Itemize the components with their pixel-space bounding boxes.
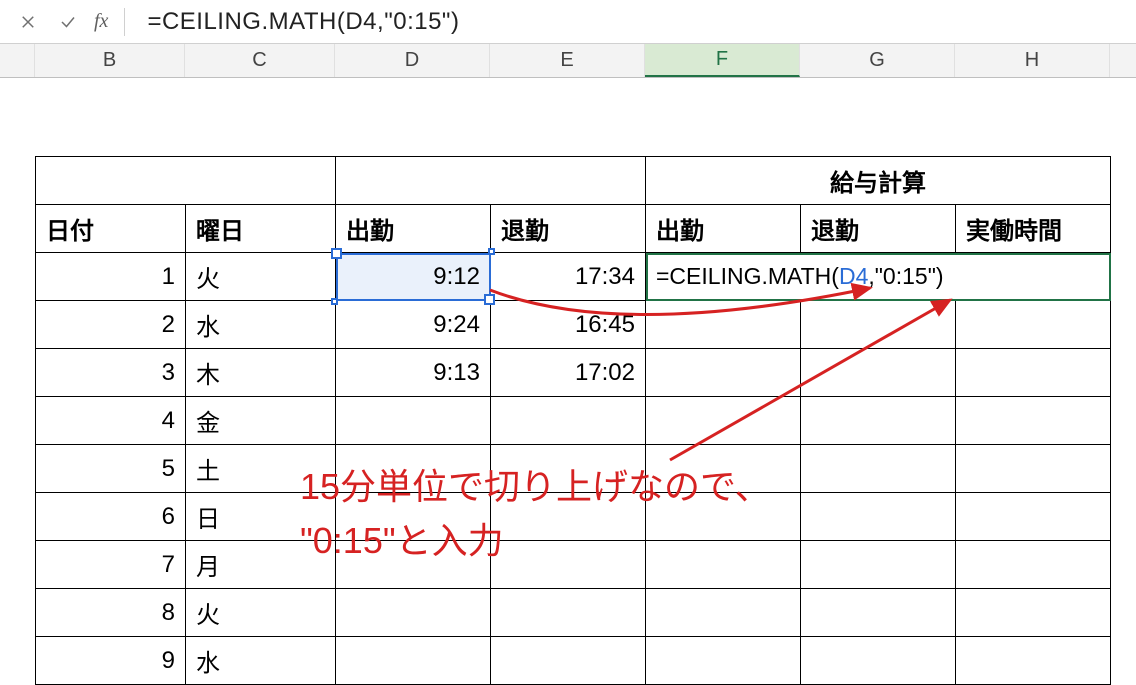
header-weekday: 曜日 [186,205,336,253]
cell-out[interactable]: 17:02 [491,349,646,397]
cell[interactable] [801,589,956,637]
col-H[interactable]: H [955,44,1110,77]
cell-date[interactable]: 4 [36,397,186,445]
column-headers: B C D E F G H [0,44,1136,78]
cell[interactable] [956,493,1111,541]
cell[interactable] [956,349,1111,397]
cell[interactable] [956,637,1111,685]
header-clockin: 出勤 [336,205,491,253]
col-G[interactable]: G [800,44,955,77]
row-header-corner[interactable] [0,44,35,77]
cell[interactable] [956,541,1111,589]
header-group: 給与計算 [646,157,1111,205]
cell-in[interactable] [336,589,491,637]
header-date2: 日付 [36,205,186,253]
cell[interactable] [801,493,956,541]
cell[interactable] [956,397,1111,445]
cell-weekday[interactable]: 水 [186,637,336,685]
cell[interactable] [801,541,956,589]
header-hours: 実働時間 [956,205,1111,253]
col-E[interactable]: E [490,44,645,77]
cell[interactable] [646,589,801,637]
formula-bar: fx =CEILING.MATH(D4,"0:15") [0,0,1136,44]
divider [124,8,125,36]
cell-in[interactable]: 9:13 [336,349,491,397]
header-calc-in: 出勤 [646,205,801,253]
cell-weekday[interactable]: 火 [186,589,336,637]
cell[interactable] [801,637,956,685]
table-row: 8 火 [36,589,1111,637]
cell-in-selected[interactable]: 9:12 [336,253,491,301]
cell-date[interactable]: 8 [36,589,186,637]
annotation-text: 15分単位で切り上げなので、 "0:15"と入力 [300,460,771,568]
sheet-area[interactable]: 給与計算 日付 曜日 出勤 退勤 出勤 退勤 実働時間 1 火 9:12 17:… [0,78,1136,685]
cell[interactable] [956,445,1111,493]
table-row: 4 金 [36,397,1111,445]
cell-date[interactable]: 6 [36,493,186,541]
cell-weekday[interactable]: 金 [186,397,336,445]
col-B[interactable]: B [35,44,185,77]
header-clockout: 退勤 [491,205,646,253]
cell[interactable] [801,397,956,445]
cell[interactable] [646,637,801,685]
col-F[interactable]: F [645,44,800,77]
cell-weekday[interactable]: 木 [186,349,336,397]
enter-button[interactable] [48,2,88,42]
cell-editing-formula[interactable]: =CEILING.MATH(D4,"0:15") [646,253,1111,301]
cell-date[interactable]: 3 [36,349,186,397]
table-row: 3 木 9:13 17:02 [36,349,1111,397]
cell[interactable] [801,301,956,349]
table-row: 2 水 9:24 16:45 [36,301,1111,349]
cell[interactable] [646,301,801,349]
cancel-button[interactable] [8,2,48,42]
table-row: 1 火 9:12 17:34 =CEILING.MATH(D4,"0:15") [36,253,1111,301]
col-C[interactable]: C [185,44,335,77]
formula-input[interactable]: =CEILING.MATH(D4,"0:15") [131,8,1128,36]
cell[interactable] [956,589,1111,637]
cell[interactable] [646,397,801,445]
cell-date[interactable]: 2 [36,301,186,349]
cell-out[interactable]: 17:34 [491,253,646,301]
cell-out[interactable]: 16:45 [491,301,646,349]
cell-date[interactable]: 7 [36,541,186,589]
cell[interactable] [801,445,956,493]
fx-icon[interactable]: fx [94,10,108,33]
cell-in[interactable] [336,637,491,685]
cell-out[interactable] [491,589,646,637]
table-row: 9 水 [36,637,1111,685]
cell-out[interactable] [491,637,646,685]
cell-out[interactable] [491,397,646,445]
cell-date[interactable]: 1 [36,253,186,301]
timesheet-table: 給与計算 日付 曜日 出勤 退勤 出勤 退勤 実働時間 1 火 9:12 17:… [35,156,1111,685]
cell-in[interactable]: 9:24 [336,301,491,349]
cell[interactable] [801,349,956,397]
cell[interactable] [956,301,1111,349]
cell-date[interactable]: 5 [36,445,186,493]
cell-date[interactable]: 9 [36,637,186,685]
col-D[interactable]: D [335,44,490,77]
header-calc-out: 退勤 [801,205,956,253]
cell[interactable] [646,349,801,397]
cell-weekday[interactable]: 火 [186,253,336,301]
cell-weekday[interactable]: 水 [186,301,336,349]
cell-in[interactable] [336,397,491,445]
